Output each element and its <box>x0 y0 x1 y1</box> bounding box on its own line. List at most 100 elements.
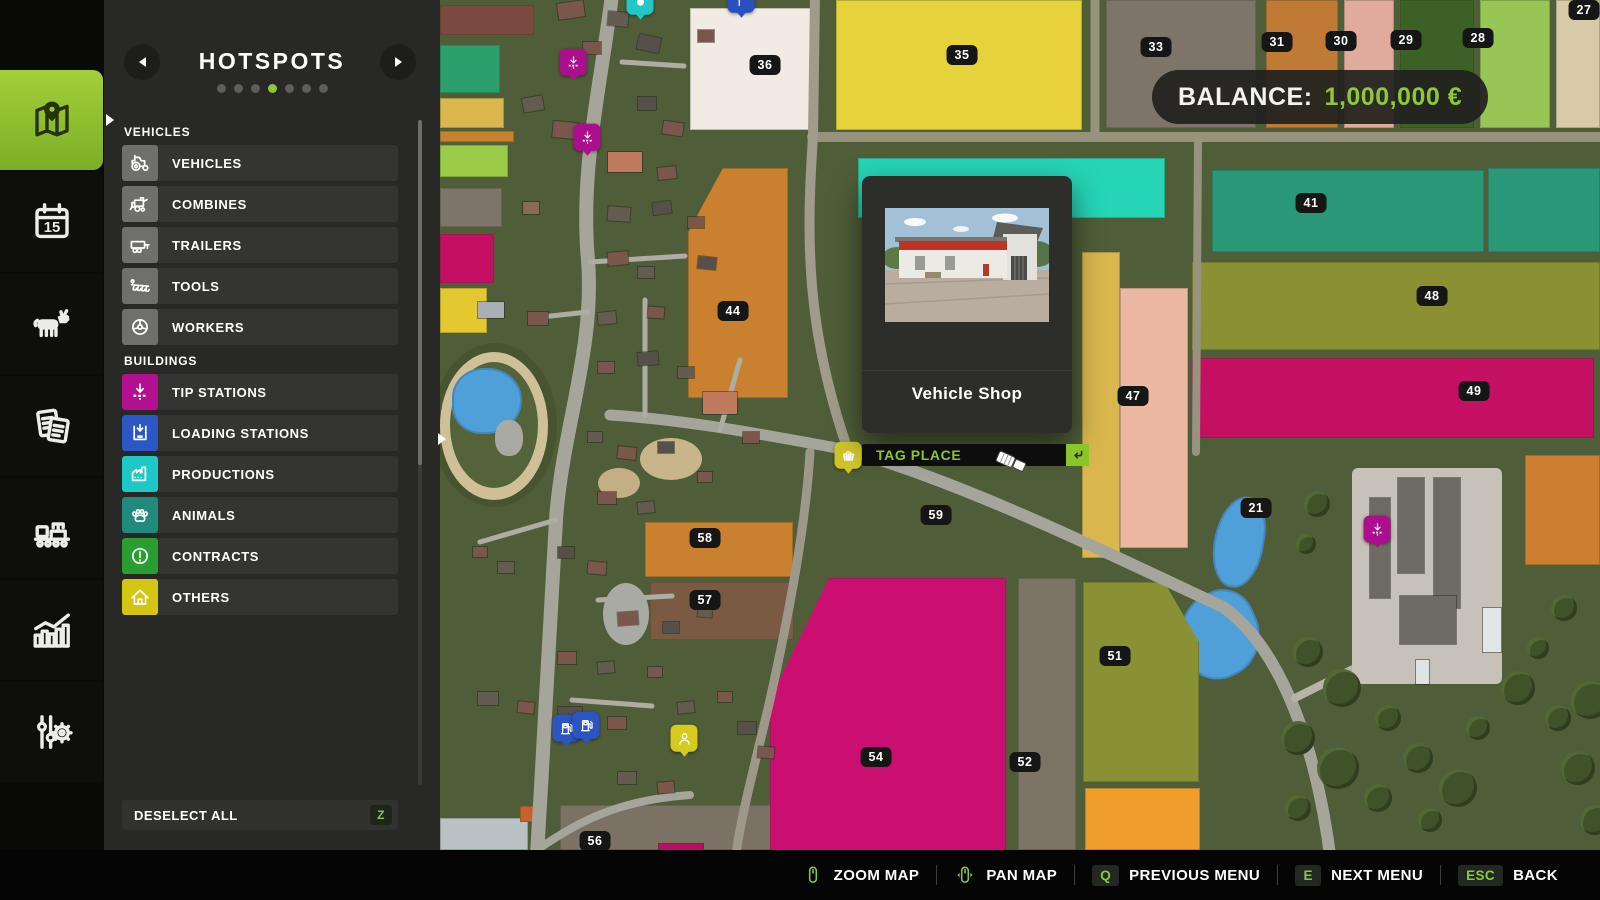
farm-building <box>1416 660 1429 684</box>
paw-icon <box>128 503 152 527</box>
hotspot-item-label: VEHICLES <box>172 156 242 171</box>
field-label-49: 49 <box>1459 381 1490 401</box>
village-house <box>558 652 576 664</box>
village-house <box>478 692 498 705</box>
village-house <box>658 442 674 453</box>
world-map[interactable]: 3635333130292827414849474421595857545152… <box>440 0 1600 850</box>
sidebar-item-contracts[interactable] <box>0 376 103 476</box>
sidebar-item-calendar[interactable]: 15 <box>0 172 103 272</box>
farm-building <box>1398 478 1424 573</box>
hotspot-item-tip-stations[interactable]: TIP STATIONS <box>122 374 398 410</box>
village-house <box>608 717 626 729</box>
combine-icon <box>128 192 152 216</box>
input-hint-label: ZOOM MAP <box>834 867 920 884</box>
panel-collapse-arrow[interactable] <box>438 433 446 445</box>
village-house <box>718 692 732 702</box>
hotspot-item-label: TIP STATIONS <box>172 385 267 400</box>
tooltip-title: Vehicle Shop <box>862 384 1072 404</box>
hint-divider <box>1277 865 1278 885</box>
sidebar-expand-arrow[interactable] <box>106 114 114 126</box>
balance-amount: 1,000,000 € <box>1325 83 1463 112</box>
hotspot-item-vehicles[interactable]: VEHICLES <box>122 145 398 181</box>
chevron-right-icon <box>395 57 402 67</box>
section-label: VEHICLES <box>124 125 398 139</box>
field-label-48: 48 <box>1417 286 1448 306</box>
tree <box>1439 769 1477 807</box>
field-label-21: 21 <box>1241 498 1272 518</box>
field-label-59: 59 <box>921 505 952 525</box>
tip-station-marker[interactable] <box>560 49 587 76</box>
main-menu-sidebar: 15 <box>0 0 104 850</box>
plow-icon <box>128 274 152 298</box>
flag-icon <box>732 0 750 8</box>
marker-pointer <box>736 12 746 18</box>
pager-dot <box>251 84 260 93</box>
shop-marker[interactable] <box>835 442 862 469</box>
player-vehicle-icon <box>992 448 1038 480</box>
village-house <box>588 561 607 575</box>
enter-arrow-icon <box>1069 446 1087 464</box>
pager-dot <box>268 84 277 93</box>
house-icon <box>128 585 152 609</box>
field-label-47: 47 <box>1118 386 1149 406</box>
tree <box>1527 637 1549 659</box>
key-hint-z: Z <box>370 805 392 825</box>
plow-icon <box>122 268 158 304</box>
tag-place-enter-button[interactable] <box>1066 444 1089 466</box>
village-house <box>688 217 704 228</box>
hotspot-item-label: WORKERS <box>172 320 244 335</box>
sidebar-item-animals[interactable] <box>0 274 103 374</box>
loading-station-icon <box>128 421 152 445</box>
deselect-all-button[interactable]: DESELECT ALL Z <box>122 800 398 830</box>
hotspot-item-workers[interactable]: WORKERS <box>122 309 398 345</box>
balance-display: BALANCE: 1,000,000 € <box>1152 70 1488 124</box>
sidebar-item-statistics[interactable] <box>0 580 103 680</box>
hotspot-item-productions[interactable]: PRODUCTIONS <box>122 456 398 492</box>
field-label-44: 44 <box>718 301 749 321</box>
field-label-33: 33 <box>1141 37 1172 57</box>
water-marker[interactable] <box>627 0 654 15</box>
tooltip-divider <box>862 370 1072 371</box>
hotspot-item-tools[interactable]: TOOLS <box>122 268 398 304</box>
pager-next-button[interactable] <box>380 44 416 80</box>
village-house <box>588 432 602 442</box>
village-house <box>598 362 614 373</box>
pager-dot <box>234 84 243 93</box>
panel-scrollbar-thumb[interactable] <box>418 120 422 465</box>
farm-building <box>1483 608 1501 652</box>
statistics-icon <box>28 606 76 654</box>
sidebar-item-production[interactable] <box>0 478 103 578</box>
deselect-all-label: DESELECT ALL <box>134 808 238 823</box>
svg-text:15: 15 <box>43 220 59 236</box>
factory-icon <box>122 456 158 492</box>
village-house <box>698 30 714 42</box>
hotspot-item-combines[interactable]: COMBINES <box>122 186 398 222</box>
hint-divider <box>936 865 937 885</box>
tip-station-icon <box>122 374 158 410</box>
village-house <box>637 351 658 366</box>
hotspot-item-animals[interactable]: ANIMALS <box>122 497 398 533</box>
pager-dot <box>302 84 311 93</box>
marker-pointer <box>679 751 689 757</box>
hotspot-item-label: PRODUCTIONS <box>172 467 275 482</box>
input-hint-label: NEXT MENU <box>1331 867 1423 884</box>
tree <box>1418 808 1442 832</box>
tractor-icon <box>128 151 152 175</box>
landmark-marker[interactable] <box>728 0 755 13</box>
hotspot-item-label: ANIMALS <box>172 508 235 523</box>
fuel-marker[interactable] <box>573 712 600 739</box>
hotspot-item-trailers[interactable]: TRAILERS <box>122 227 398 263</box>
farm-building <box>1400 596 1456 644</box>
sidebar-item-map[interactable] <box>0 70 103 170</box>
input-hint-zoom-map: ZOOM MAP <box>802 864 920 886</box>
hotspot-item-loading-stations[interactable]: LOADING STATIONS <box>122 415 398 451</box>
hotspot-item-others[interactable]: OTHERS <box>122 579 398 615</box>
worker-marker[interactable] <box>671 725 698 752</box>
tip-station-marker[interactable] <box>1364 516 1391 543</box>
pager-dots <box>104 84 440 93</box>
tip-station-marker[interactable] <box>574 124 601 151</box>
hotspot-item-contracts[interactable]: CONTRACTS <box>122 538 398 574</box>
hotspot-tooltip: Vehicle Shop <box>862 176 1072 433</box>
sidebar-item-settings[interactable] <box>0 682 103 782</box>
village-house <box>478 302 504 318</box>
